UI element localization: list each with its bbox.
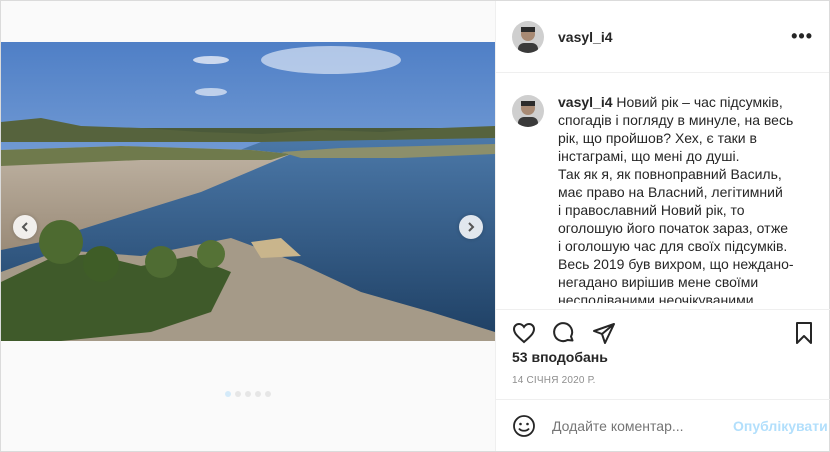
post-header: vasyl_i4 ••• [496, 1, 829, 73]
chevron-left-icon [21, 222, 28, 232]
chevron-right-icon [468, 222, 475, 232]
share-icon[interactable] [592, 321, 616, 345]
comment-input[interactable] [552, 417, 733, 434]
carousel-dot [265, 391, 271, 397]
comment-icon[interactable] [552, 321, 576, 345]
username-link[interactable]: vasyl_i4 [558, 29, 613, 45]
post-sidebar: vasyl_i4 ••• vasyl_i4 Новий рік – час пі… [495, 1, 830, 451]
caption-line: Новий рік – час підсумків, [616, 94, 783, 110]
carousel-next-button[interactable] [459, 215, 483, 239]
post-photo[interactable] [1, 42, 495, 341]
carousel-indicator [1, 391, 495, 397]
caption-line: і оголошую час для своїх підсумків. [558, 238, 788, 254]
caption-line: негадано вирішив мене своїми [558, 274, 759, 290]
avatar[interactable] [512, 20, 544, 53]
carousel-prev-button[interactable] [13, 215, 37, 239]
caption-line: інстаграмі, що мені до душі. [558, 148, 740, 164]
post-media [1, 1, 495, 451]
likes-count[interactable]: 53 вподобань [512, 349, 608, 365]
avatar[interactable] [512, 95, 544, 127]
more-options-icon[interactable]: ••• [791, 26, 813, 47]
caption-section: vasyl_i4 Новий рік – час підсумків, спог… [496, 73, 829, 303]
caption-line: Весь 2019 був вихром, що неждано- [558, 256, 794, 272]
caption-line: оголошую його початок зараз, отже [558, 220, 789, 236]
caption-line: спогадів і погляду в минуле, на весь [558, 112, 794, 128]
carousel-dot [225, 391, 231, 397]
caption-line: і православний Новий рік, то [558, 202, 745, 218]
emoji-icon[interactable] [512, 414, 536, 438]
caption-line: рік, що пройшов? Хех, є таки в [558, 130, 757, 146]
comment-form: Опублікувати [496, 399, 830, 451]
carousel-dot [255, 391, 261, 397]
caption-line: має право на Власний, легітимний [558, 184, 783, 200]
caption-text: vasyl_i4 Новий рік – час підсумків, спог… [558, 93, 794, 303]
caption-username[interactable]: vasyl_i4 [558, 94, 613, 110]
caption-line: Так як я, як повноправний Василь, [558, 166, 782, 182]
publish-button[interactable]: Опублікувати [733, 418, 828, 434]
heart-icon[interactable] [512, 321, 536, 345]
caption-line: несподіваними неочікуваними [558, 292, 754, 303]
carousel-dot [245, 391, 251, 397]
post-date[interactable]: 14 СІЧНЯ 2020 Р. [512, 375, 596, 386]
post-container: vasyl_i4 ••• vasyl_i4 Новий рік – час пі… [0, 0, 830, 452]
post-actions [496, 309, 830, 349]
bookmark-icon[interactable] [792, 321, 816, 345]
carousel-dot [235, 391, 241, 397]
